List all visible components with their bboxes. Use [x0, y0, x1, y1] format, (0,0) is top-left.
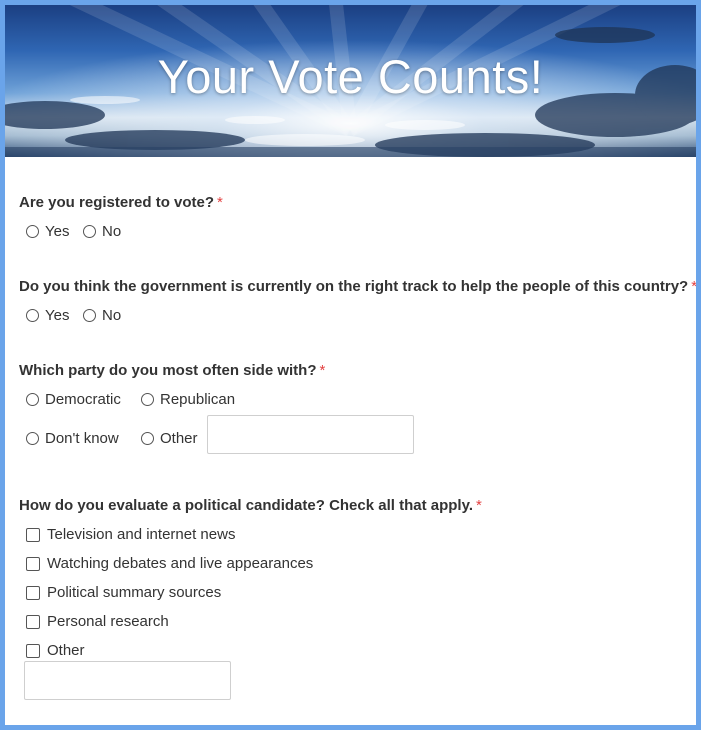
option-label: Other [47, 642, 85, 659]
party-other-input[interactable] [207, 415, 414, 454]
radio-unchecked-icon[interactable] [141, 393, 154, 406]
radio-unchecked-icon[interactable] [26, 225, 39, 238]
radio-unchecked-icon[interactable] [83, 309, 96, 322]
required-asterisk: * [476, 497, 482, 514]
radio-unchecked-icon[interactable] [26, 432, 39, 445]
checkbox-unchecked-icon[interactable] [26, 643, 40, 658]
radio-unchecked-icon[interactable] [141, 432, 154, 445]
question-label: How do you evaluate a political candidat… [19, 497, 473, 514]
question-label: Which party do you most often side with? [19, 362, 317, 379]
radio-registered-no[interactable]: No [83, 223, 121, 240]
checkbox-unchecked-icon[interactable] [26, 585, 40, 600]
radio-registered-yes[interactable]: Yes [26, 223, 69, 240]
question-label: Do you think the government is currently… [19, 278, 689, 295]
required-asterisk: * [319, 362, 326, 379]
header-banner: Your Vote Counts! [5, 5, 696, 157]
option-label: No [102, 307, 122, 324]
option-label: Yes [45, 223, 70, 240]
evaluate-other-input[interactable] [24, 661, 231, 700]
option-label: Democratic [45, 391, 121, 408]
option-label: Don't know [45, 430, 119, 447]
question-party: Which party do you most often side with?… [19, 362, 325, 379]
checkbox-unchecked-icon[interactable] [26, 527, 40, 542]
option-label: Personal research [47, 613, 169, 630]
checkbox-television-news[interactable]: Television and internet news [26, 526, 235, 543]
radio-government-no[interactable]: No [83, 307, 121, 324]
option-label: No [102, 223, 122, 240]
checkbox-watching-debates[interactable]: Watching debates and live appearances [26, 555, 313, 572]
option-label: Watching debates and live appearances [47, 555, 314, 572]
question-evaluate-candidate: How do you evaluate a political candidat… [19, 497, 482, 514]
checkbox-other[interactable]: Other [26, 642, 85, 659]
option-label: Political summary sources [47, 584, 222, 601]
radio-unchecked-icon[interactable] [26, 309, 39, 322]
page-title: Your Vote Counts! [157, 50, 544, 103]
radio-unchecked-icon[interactable] [26, 393, 39, 406]
checkbox-unchecked-icon[interactable] [26, 556, 40, 571]
option-label: Television and internet news [47, 526, 236, 543]
required-asterisk: * [217, 194, 223, 211]
checkbox-unchecked-icon[interactable] [26, 614, 40, 629]
checkbox-political-summary[interactable]: Political summary sources [26, 584, 221, 601]
radio-party-republican[interactable]: Republican [141, 391, 235, 408]
option-label: Republican [160, 391, 236, 408]
question-registered: Are you registered to vote? * [19, 194, 223, 211]
option-label: Other [160, 430, 198, 447]
radio-unchecked-icon[interactable] [83, 225, 96, 238]
radio-party-other[interactable]: Other [141, 430, 198, 447]
question-government-track: Do you think the government is currently… [19, 278, 696, 295]
question-label: Are you registered to vote? [19, 194, 215, 211]
required-asterisk: * [691, 278, 696, 295]
checkbox-personal-research[interactable]: Personal research [26, 613, 169, 630]
radio-party-democratic[interactable]: Democratic [26, 391, 121, 408]
radio-party-dont-know[interactable]: Don't know [26, 430, 119, 447]
radio-government-yes[interactable]: Yes [26, 307, 69, 324]
option-label: Yes [45, 307, 70, 324]
form-frame: Your Vote Counts! Are you registered to … [5, 5, 696, 725]
